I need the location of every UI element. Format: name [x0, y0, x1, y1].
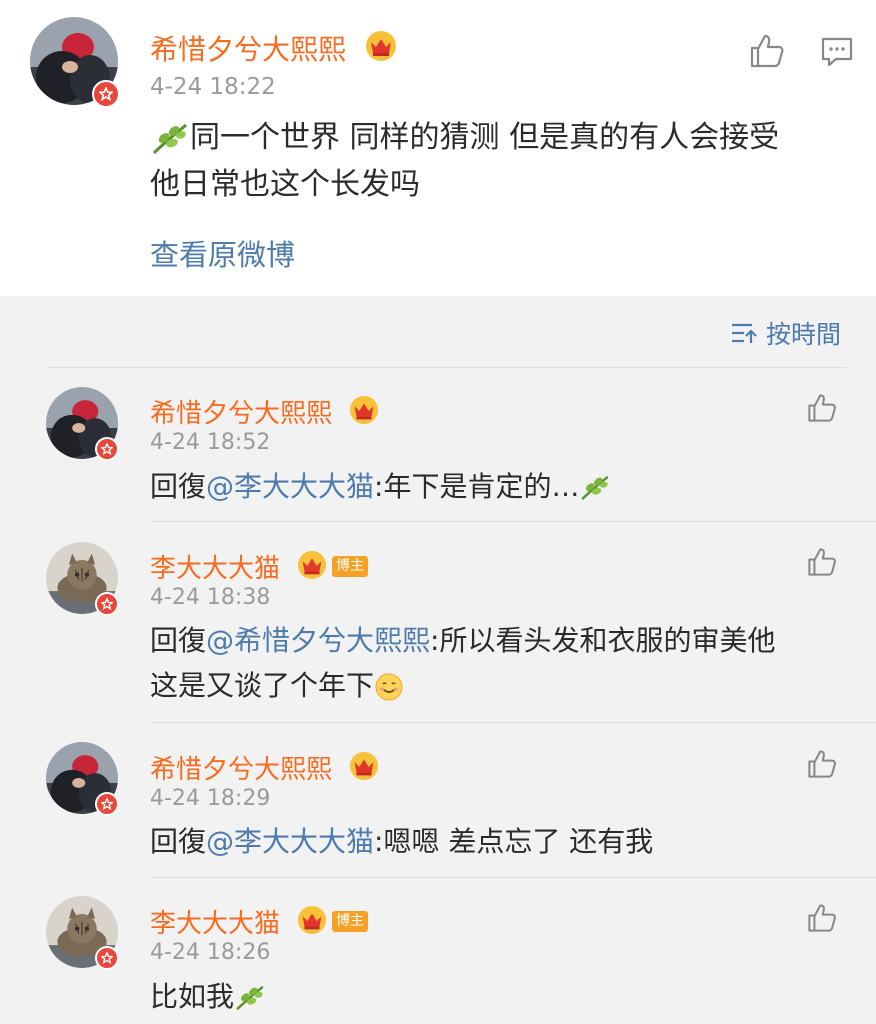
- comment-username[interactable]: 希惜夕兮大熙熙: [150, 749, 332, 786]
- verified-badge-icon: [92, 80, 120, 108]
- verified-badge-icon: [95, 592, 119, 616]
- mention-link[interactable]: @希惜夕兮大熙熙: [206, 624, 430, 657]
- crown-icon: [297, 905, 327, 935]
- comment-text: 回復@希惜夕兮大熙熙:所以看头发和衣服的审美他 这是又谈了个年下: [150, 618, 850, 708]
- thumbs-up-icon[interactable]: [806, 546, 838, 578]
- smile-emoji-icon: [375, 673, 403, 701]
- owner-tag-badge: 博主: [332, 556, 368, 577]
- verified-badge-icon: [95, 946, 119, 970]
- mention-link[interactable]: @李大大大猫: [206, 470, 374, 503]
- comment-timestamp: 4-24 18:29: [150, 786, 271, 811]
- leaf-emoji-icon: [236, 985, 264, 1011]
- comment-text: 回復@李大大大猫:嗯嗯 差点忘了 还有我: [150, 819, 850, 864]
- reply-prefix: 回復: [150, 624, 207, 657]
- crown-icon: [366, 31, 396, 61]
- comment-timestamp: 4-24 18:38: [150, 585, 271, 610]
- comment-body: :年下是肯定的…: [374, 470, 580, 503]
- comment-username[interactable]: 李大大大猫: [150, 903, 280, 940]
- comment-avatar[interactable]: [46, 542, 119, 616]
- comment-text: 比如我: [150, 974, 850, 1019]
- comment-body-line2: 这是又谈了个年下: [150, 669, 375, 702]
- reply-prefix: 回復: [150, 825, 207, 858]
- mention-link[interactable]: @李大大大猫: [206, 825, 374, 858]
- comment-avatar[interactable]: [46, 742, 119, 816]
- original-post: 希惜夕兮大熙熙 4-24 18:22 同一个世界 同样的猜测 但是真的有人会接受…: [0, 0, 876, 296]
- comment-body: :嗯嗯 差点忘了 还有我: [374, 825, 654, 858]
- sort-by-time-button[interactable]: 按時間: [730, 316, 841, 350]
- crown-icon: [297, 550, 327, 580]
- leaf-emoji-icon: [581, 475, 610, 501]
- sort-label: 按時間: [766, 320, 842, 349]
- divider: [46, 367, 846, 368]
- thumbs-up-icon[interactable]: [748, 32, 786, 70]
- comment-text: 回復@李大大大猫:年下是肯定的…: [150, 464, 850, 509]
- view-original-link[interactable]: 查看原微博: [150, 232, 295, 274]
- comment-username[interactable]: 希惜夕兮大熙熙: [150, 393, 332, 430]
- thumbs-up-icon[interactable]: [806, 392, 838, 424]
- post-text: 同一个世界 同样的猜测 但是真的有人会接受 他日常也这个长发吗: [150, 114, 840, 208]
- divider: [150, 722, 876, 723]
- comment-body: 比如我: [150, 980, 235, 1013]
- comment-avatar[interactable]: [46, 387, 119, 461]
- comment-username[interactable]: 李大大大猫: [150, 548, 280, 585]
- leaf-emoji-icon: [152, 123, 187, 154]
- owner-tag-badge: 博主: [332, 911, 368, 932]
- verified-badge-icon: [95, 792, 119, 816]
- sort-icon: [732, 323, 757, 343]
- post-timestamp: 4-24 18:22: [150, 74, 276, 100]
- crown-icon: [349, 751, 379, 781]
- comment-icon[interactable]: [820, 36, 854, 68]
- post-text-line1: 同一个世界 同样的猜测 但是真的有人会接受: [190, 120, 780, 155]
- reply-prefix: 回復: [150, 470, 207, 503]
- post-username[interactable]: 希惜夕兮大熙熙: [150, 28, 346, 68]
- divider: [150, 521, 876, 522]
- post-avatar[interactable]: [30, 17, 120, 108]
- comment-body: :所以看头发和衣服的审美他: [430, 624, 776, 657]
- divider: [150, 877, 876, 878]
- comment-timestamp: 4-24 18:52: [150, 430, 271, 455]
- comment-avatar[interactable]: [46, 896, 119, 970]
- thumbs-up-icon[interactable]: [806, 902, 838, 934]
- thumbs-up-icon[interactable]: [806, 748, 838, 780]
- verified-badge-icon: [95, 437, 119, 461]
- comment-timestamp: 4-24 18:26: [150, 940, 271, 965]
- post-text-line2: 他日常也这个长发吗: [150, 167, 420, 202]
- crown-icon: [349, 395, 379, 425]
